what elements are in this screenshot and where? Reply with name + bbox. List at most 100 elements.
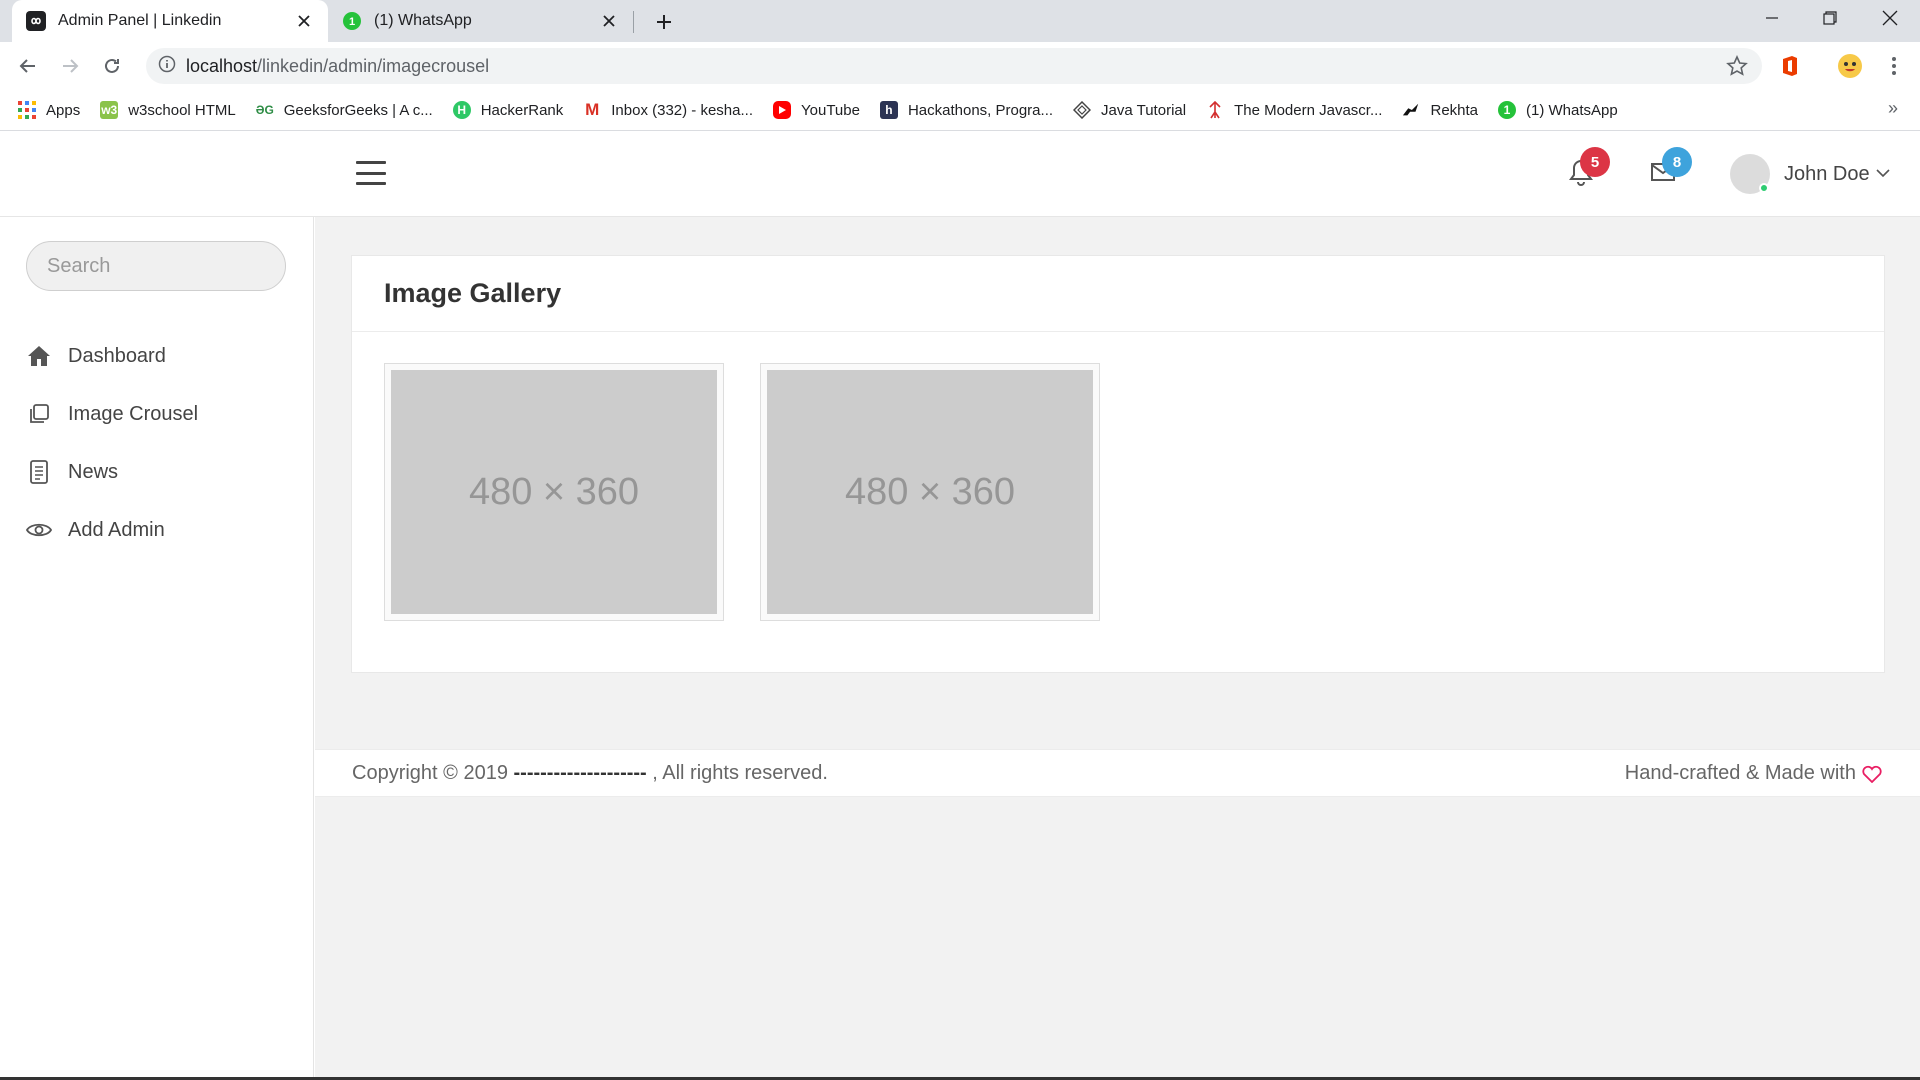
infinity-icon [26,11,46,31]
messages-button[interactable]: 8 [1646,147,1692,191]
sidebar-item-news[interactable]: News [26,443,296,501]
bookmark-label: Java Tutorial [1101,101,1187,119]
bookmark-label: HackerRank [480,101,564,119]
bookmark-apps[interactable]: Apps [18,101,80,119]
close-icon[interactable] [294,11,314,31]
bookmark-whatsapp[interactable]: 1 (1) WhatsApp [1498,101,1618,119]
browser-toolbar: localhost/linkedin/admin/imagecrousel [0,42,1920,90]
notifications-count-badge: 5 [1580,147,1610,177]
credit: Hand-crafted & Made with [1625,762,1882,785]
notifications-button[interactable]: 5 [1564,147,1610,191]
bookmark-rekhta[interactable]: Rekhta [1402,101,1478,119]
tab-title: Admin Panel | Linkedin [58,12,222,29]
avatar [1730,154,1770,194]
sidebar: Dashboard Image Crousel News Add Admin [0,217,314,1080]
chevron-down-icon [1876,165,1890,183]
tab-whatsapp[interactable]: 1 (1) WhatsApp [328,0,633,42]
whatsapp-icon: 1 [1498,101,1517,119]
bookmark-w3school[interactable]: w3 w3school HTML [100,101,236,119]
javascript-info-icon [1206,101,1224,119]
home-icon [26,343,52,369]
bookmark-youtube[interactable]: YouTube [773,101,860,119]
copy-icon [26,401,52,427]
page-title: Image Gallery [384,278,562,308]
bookmarks-overflow-button[interactable]: » [1888,98,1898,119]
gallery-image[interactable]: 480 × 360 [384,363,724,621]
copyright: Copyright © 2019 -------------------- , … [352,762,828,785]
bookmark-java-tutorial[interactable]: Java Tutorial [1073,101,1186,119]
svg-text:1: 1 [349,16,355,28]
url-path: /linkedin/admin/imagecrousel [257,55,490,76]
youtube-icon [773,101,791,119]
sidebar-item-image-crousel[interactable]: Image Crousel [26,385,296,443]
bookmark-label: GeeksforGeeks | A c... [283,101,433,119]
java-tutorial-icon [1073,101,1092,119]
bookmark-javascript-info[interactable]: The Modern Javascr... [1206,101,1382,119]
minimize-button[interactable] [1744,0,1800,36]
bookmark-label: Hackathons, Progra... [907,101,1054,119]
geeksforgeeks-icon: ƏG [255,103,274,117]
browser-tab-strip: Admin Panel | Linkedin 1 (1) WhatsApp [0,0,1920,42]
address-bar[interactable]: localhost/linkedin/admin/imagecrousel [146,48,1762,84]
copyright-owner-link[interactable]: -------------------- [514,762,647,784]
sidebar-item-label: Image Crousel [68,402,199,425]
close-window-button[interactable] [1862,0,1918,36]
app-header: 5 8 John Doe [0,131,1920,217]
back-button[interactable] [14,52,42,80]
footer: Copyright © 2019 -------------------- , … [315,749,1920,797]
messages-count-badge: 8 [1662,147,1692,177]
menu-toggle-button[interactable] [356,161,386,185]
sidebar-item-add-admin[interactable]: Add Admin [26,501,296,559]
bookmark-label: Apps [46,101,81,119]
divider [352,331,1884,332]
sidebar-item-label: Add Admin [68,518,165,541]
search-input[interactable] [26,241,286,291]
restore-button[interactable] [1802,0,1858,36]
bookmarks-bar: Apps w3 w3school HTML ƏG GeeksforGeeks |… [0,90,1920,131]
sidebar-item-dashboard[interactable]: Dashboard [26,327,296,385]
sidebar-item-label: News [68,460,119,483]
forward-button[interactable] [56,52,84,80]
bookmark-star-icon[interactable] [1726,55,1748,82]
user-menu[interactable]: John Doe [1730,153,1890,195]
whatsapp-icon: 1 [342,11,362,31]
profile-avatar-icon[interactable] [1836,52,1864,80]
gallery-image[interactable]: 480 × 360 [760,363,1100,621]
sidebar-nav: Dashboard Image Crousel News Add Admin [26,327,296,559]
bookmark-label: YouTube [801,101,860,119]
reload-button[interactable] [98,52,126,80]
bookmark-label: Inbox (332) - kesha... [611,101,753,119]
w3schools-icon: w3 [100,101,119,119]
image-placeholder: 480 × 360 [391,370,717,614]
main-content: Image Gallery 480 × 360 480 × 360 Copyri… [315,217,1920,1080]
copyright-suffix: , All rights reserved. [652,762,828,784]
eye-icon [26,517,52,543]
heart-icon [1862,765,1882,783]
tab-admin-panel[interactable]: Admin Panel | Linkedin [12,0,328,42]
image-placeholder: 480 × 360 [767,370,1093,614]
copyright-prefix: Copyright © 2019 [352,762,508,784]
sidebar-item-label: Dashboard [68,344,166,367]
bookmark-label: (1) WhatsApp [1526,101,1618,119]
bookmark-gmail[interactable]: M Inbox (332) - kesha... [583,100,753,119]
bookmark-label: The Modern Javascr... [1234,101,1383,119]
bookmark-hackerrank[interactable]: H HackerRank [452,101,564,119]
bookmark-label: w3school HTML [128,101,236,119]
url-host: localhost [186,55,258,76]
document-icon [26,459,52,485]
new-tab-button[interactable] [650,8,678,36]
close-icon[interactable] [599,11,619,31]
bookmark-hackerearth[interactable]: h Hackathons, Progra... [879,101,1054,119]
rekhta-icon [1402,101,1420,119]
hackerearth-icon: h [879,101,898,119]
hackerrank-icon: H [452,101,471,119]
bookmark-geeksforgeeks[interactable]: ƏG GeeksforGeeks | A c... [256,101,433,119]
office-extension-icon[interactable] [1776,52,1804,80]
apps-grid-icon [18,101,36,119]
image-gallery-card: Image Gallery 480 × 360 480 × 360 [351,255,1885,673]
info-icon[interactable] [158,55,176,78]
online-status-dot [1759,183,1769,193]
bookmark-label: Rekhta [1430,101,1479,119]
chrome-menu-icon[interactable] [1880,52,1908,80]
gmail-icon: M [585,100,600,119]
